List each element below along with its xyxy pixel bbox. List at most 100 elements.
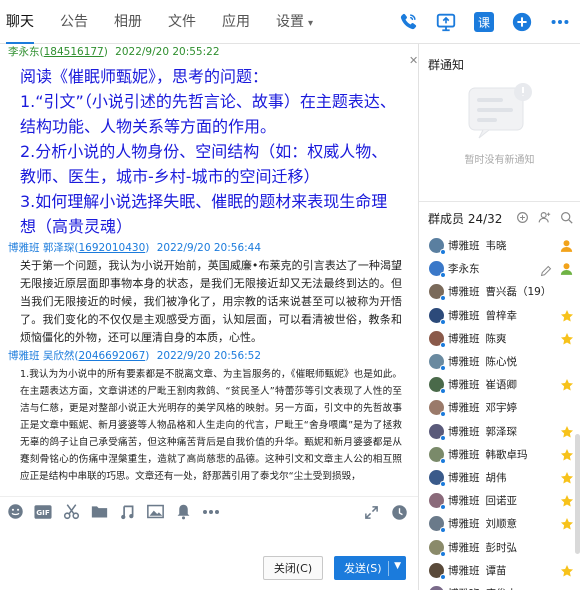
chat-messages: 李永东(184516177) 2022/9/20 20:55:22 阅读《催眠师… <box>0 44 418 496</box>
tab-files[interactable]: 文件 <box>168 0 196 44</box>
member-name: 博雅班 胡伟 <box>448 470 507 485</box>
member-display-name: 郭泽琛 <box>485 425 518 438</box>
avatar[interactable] <box>429 307 446 325</box>
send-divider <box>388 561 389 576</box>
online-status-icon <box>440 504 446 511</box>
online-status-icon <box>440 365 446 372</box>
member-class: 博雅班 <box>448 495 480 508</box>
add-member-icon[interactable] <box>537 210 552 225</box>
sender-name: 李永东 <box>8 46 40 58</box>
avatar[interactable] <box>429 493 446 511</box>
tab-apps[interactable]: 应用 <box>222 0 250 44</box>
members-title: 群成员 24/32 <box>428 212 503 226</box>
phone-icon[interactable] <box>394 8 422 36</box>
star-icon <box>560 377 574 396</box>
message-line: 3.如何理解小说选择失眠、催眠的题材来表现生命理想（高贵灵魂） <box>20 192 388 236</box>
member-item[interactable]: 博雅班 郭泽琛 <box>419 420 580 443</box>
member-item[interactable]: 博雅班 刘顺意 <box>419 512 580 535</box>
message-header: 博雅班 吴欣然(2046692067) 2022/9/20 20:56:52 <box>8 350 262 362</box>
avatar[interactable] <box>429 330 446 348</box>
top-bar: 聊天 公告 相册 文件 应用 设置 ▾ 课 <box>0 0 580 44</box>
member-item[interactable]: 博雅班 胡伟 <box>419 466 580 489</box>
member-item[interactable]: 博雅班 彭时弘 <box>419 535 580 558</box>
member-class: 博雅班 <box>448 402 480 415</box>
avatar[interactable] <box>429 585 444 590</box>
member-display-name: 回诺亚 <box>485 495 518 508</box>
tab-notice[interactable]: 公告 <box>60 0 88 44</box>
gif-icon[interactable]: GIF <box>34 503 52 521</box>
image-icon[interactable] <box>146 503 164 521</box>
sender-uid-link[interactable]: 2046692067 <box>78 350 145 362</box>
member-display-name: 谭苗 <box>485 564 507 577</box>
member-item[interactable]: 博雅班唐俊杰 <box>419 582 580 590</box>
star-icon <box>560 424 574 443</box>
avatar[interactable] <box>429 516 446 534</box>
avatar[interactable] <box>429 446 446 464</box>
members-scrollbar[interactable] <box>575 434 580 554</box>
close-icon[interactable]: ✕ <box>409 54 418 67</box>
course-icon[interactable]: 课 <box>470 8 498 36</box>
edit-icon[interactable] <box>540 262 552 281</box>
sender-uid-link[interactable]: 1692010430 <box>78 242 145 254</box>
star-icon <box>560 493 574 512</box>
member-item[interactable]: 博雅班 曹兴磊（19） <box>419 280 580 303</box>
add-icon[interactable] <box>508 8 536 36</box>
member-name: 博雅班 韩歌卓玛 <box>448 447 528 462</box>
member-item[interactable]: 李永东 <box>419 257 580 280</box>
online-status-icon <box>440 550 446 557</box>
tab-settings[interactable]: 设置 ▾ <box>276 0 313 44</box>
scissors-icon[interactable] <box>62 503 80 521</box>
avatar[interactable] <box>429 562 446 580</box>
avatar[interactable] <box>429 261 446 279</box>
avatar[interactable] <box>429 400 446 418</box>
search-icon[interactable] <box>559 210 574 225</box>
member-name: 博雅班 曾梓幸 <box>448 308 517 323</box>
members-refresh-icon[interactable] <box>515 210 530 225</box>
close-button[interactable]: 关闭(C) <box>263 556 323 580</box>
history-icon[interactable] <box>390 503 408 521</box>
input-toolbar: GIF <box>0 496 418 526</box>
emoji-icon[interactable] <box>6 503 24 521</box>
avatar[interactable] <box>429 377 446 395</box>
avatar[interactable] <box>429 423 446 441</box>
online-status-icon <box>440 527 446 534</box>
member-class: 博雅班 <box>448 332 480 345</box>
more-icon[interactable] <box>546 8 574 36</box>
member-name: 博雅班 韦晓 <box>448 238 507 253</box>
avatar[interactable] <box>429 284 446 302</box>
message: 博雅班 郭泽琛(1692010430) 2022/9/20 20:56:44 关… <box>0 240 418 347</box>
avatar[interactable] <box>429 469 446 487</box>
folder-icon[interactable] <box>90 503 108 521</box>
member-class: 博雅班 <box>448 518 480 531</box>
sender-uid-link[interactable]: 184516177 <box>44 46 104 58</box>
member-item[interactable]: 博雅班 韦晓 <box>419 234 580 257</box>
member-class: 博雅班 <box>448 286 480 299</box>
send-button[interactable]: 发送(S) ▼ <box>334 556 406 580</box>
more-tools-icon[interactable] <box>202 503 220 521</box>
avatar[interactable] <box>429 238 446 256</box>
music-icon[interactable] <box>118 503 136 521</box>
star-icon <box>560 308 574 327</box>
member-item[interactable]: 博雅班 谭苗 <box>419 559 580 582</box>
member-item[interactable]: 博雅班 韩歌卓玛 <box>419 443 580 466</box>
expand-icon[interactable] <box>362 503 380 521</box>
tab-album[interactable]: 相册 <box>114 0 142 44</box>
bell-icon[interactable] <box>174 503 192 521</box>
member-item[interactable]: 博雅班 陈爽 <box>419 327 580 350</box>
member-name: 博雅班 曹兴磊（19） <box>448 284 551 299</box>
chevron-down-icon[interactable]: ▼ <box>394 561 401 571</box>
message-header: 李永东(184516177) 2022/9/20 20:55:22 <box>8 46 220 58</box>
screen-share-icon[interactable] <box>432 8 460 36</box>
member-item[interactable]: 博雅班 陈心悦 <box>419 350 580 373</box>
tab-chat[interactable]: 聊天 <box>6 0 34 44</box>
member-item[interactable]: 博雅班 邓宇婷 <box>419 396 580 419</box>
member-item[interactable]: 博雅班 回诺亚 <box>419 489 580 512</box>
message-input[interactable]: 关闭(C) 发送(S) ▼ <box>0 526 418 590</box>
online-status-icon <box>440 388 446 395</box>
member-item[interactable]: 博雅班 崔语卿 <box>419 373 580 396</box>
avatar[interactable] <box>429 354 446 372</box>
member-name: 博雅班 陈爽 <box>448 331 507 346</box>
member-item[interactable]: 博雅班 曾梓幸 <box>419 304 580 327</box>
send-button-label: 发送(S) <box>344 562 382 575</box>
avatar[interactable] <box>429 539 446 557</box>
